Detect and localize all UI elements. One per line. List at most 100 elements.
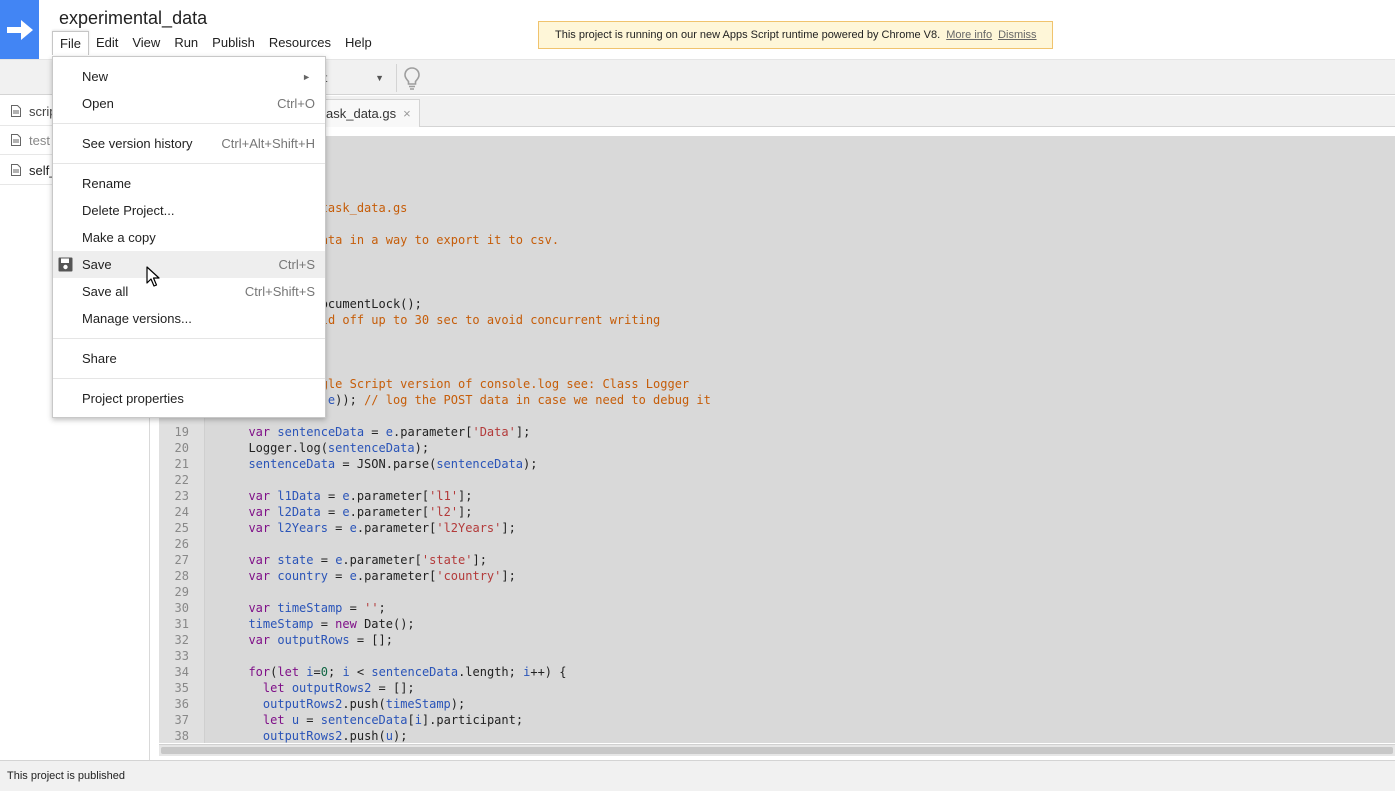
menu-publish[interactable]: Publish — [205, 31, 262, 55]
menu-item-project-properties[interactable]: Project properties — [53, 385, 325, 412]
line-number: 36 — [174, 697, 189, 711]
code-line[interactable]: 22 — [159, 472, 1395, 488]
code-line[interactable]: 25 var l2Years = e.parameter['l2Years']; — [159, 520, 1395, 536]
code-line[interactable]: 19 var sentenceData = e.parameter['Data'… — [159, 424, 1395, 440]
menu-item-save-all[interactable]: Save all Ctrl+Shift+S — [53, 278, 325, 305]
code-line[interactable]: ON.stringify(e)); // log the POST data i… — [159, 392, 1395, 408]
code-line[interactable]: ; // the Google Script version of consol… — [159, 376, 1395, 392]
banner-message: This project is running on our new Apps … — [555, 29, 941, 41]
menu-item-label: Open — [82, 96, 114, 111]
menu-item-version-history[interactable]: See version history Ctrl+Alt+Shift+H — [53, 130, 325, 157]
code-line[interactable]: ced_reading_task_data.gs — [159, 200, 1395, 216]
code-text: timeStamp = new Date(); — [248, 617, 415, 631]
code-line[interactable]: 24 var l2Data = e.parameter['l2']; — [159, 504, 1395, 520]
code-line[interactable]: 21 sentenceData = JSON.parse(sentenceDat… — [159, 456, 1395, 472]
project-title[interactable]: experimental_data — [59, 8, 207, 29]
dismiss-link[interactable]: Dismiss — [998, 29, 1037, 41]
menu-item-label: Share — [82, 351, 117, 366]
code-line[interactable]: 32 var outputRows = []; — [159, 632, 1395, 648]
code-line[interactable] — [159, 328, 1395, 344]
code-text: var outputRows = []; — [248, 633, 393, 647]
line-number: 23 — [174, 489, 189, 503]
code-line[interactable] — [159, 360, 1395, 376]
menu-item-manage-versions[interactable]: Manage versions... — [53, 305, 325, 332]
caret-down-icon: ▼ — [375, 73, 384, 83]
menu-item-share[interactable]: Share — [53, 345, 325, 372]
code-text: Logger.log(sentenceData); — [234, 441, 430, 455]
scrollbar-thumb[interactable] — [161, 747, 1393, 754]
line-number: 34 — [174, 665, 189, 679]
horizontal-scrollbar[interactable] — [159, 744, 1395, 756]
code-line[interactable]: ) { — [159, 280, 1395, 296]
code-editor[interactable]: ading TaskSchneider ced_reading_task_data… — [159, 136, 1395, 743]
code-line[interactable] — [159, 248, 1395, 264]
menu-item-rename[interactable]: Rename — [53, 170, 325, 197]
code-line[interactable]: 30 var timeStamp = ''; — [159, 600, 1395, 616]
code-text: var l1Data = e.parameter['l1']; — [248, 489, 473, 503]
code-line[interactable]: 37 let u = sentenceData[i].participant; — [159, 712, 1395, 728]
menu-separator — [53, 163, 325, 164]
line-number: 26 — [174, 537, 189, 551]
close-icon[interactable]: × — [403, 106, 411, 121]
menu-item-make-copy[interactable]: Make a copy — [53, 224, 325, 251]
code-line[interactable]: reates the data in a way to export it to… — [159, 232, 1395, 248]
menu-separator — [53, 123, 325, 124]
menu-item-save[interactable]: Save Ctrl+S — [53, 251, 325, 278]
menu-item-open[interactable]: Open Ctrl+O — [53, 90, 325, 117]
line-number: 19 — [174, 425, 189, 439]
code-line[interactable]: 38 outputRows2.push(u); — [159, 728, 1395, 743]
shortcut-label: Ctrl+Shift+S — [244, 284, 315, 299]
menu-view[interactable]: View — [125, 31, 167, 55]
line-number: 24 — [174, 505, 189, 519]
code-line[interactable]: 29 — [159, 584, 1395, 600]
code-line[interactable]: 36 outputRows2.push(timeStamp); — [159, 696, 1395, 712]
code-text: var country = e.parameter['country']; — [248, 569, 516, 583]
file-menu-dropdown: New ► Open Ctrl+O See version history Ct… — [52, 56, 326, 418]
shortcut-label: Ctrl+Alt+Shift+H — [221, 136, 315, 151]
line-number: 22 — [174, 473, 189, 487]
code-line[interactable]: 27 var state = e.parameter['state']; — [159, 552, 1395, 568]
line-number: 20 — [174, 441, 189, 455]
code-line[interactable] — [159, 344, 1395, 360]
code-text: outputRows2.push(timeStamp); — [262, 697, 466, 711]
more-info-link[interactable]: More info — [946, 29, 992, 41]
code-line[interactable]: 31 timeStamp = new Date(); — [159, 616, 1395, 632]
tab-active-file[interactable]: ask_data.gs × — [319, 99, 420, 127]
code-line[interactable]: 20 Logger.log(sentenceData); — [159, 440, 1395, 456]
code-line[interactable]: Schneider — [159, 168, 1395, 184]
document-icon — [11, 164, 21, 176]
code-line[interactable]: 33 — [159, 648, 1395, 664]
menu-item-new[interactable]: New ► — [53, 63, 325, 90]
code-line[interactable]: 28 var country = e.parameter['country']; — [159, 568, 1395, 584]
code-text: sentenceData = JSON.parse(sentenceData); — [248, 457, 538, 471]
code-line[interactable]: 0000); // hold off up to 30 sec to avoid… — [159, 312, 1395, 328]
lightbulb-icon[interactable] — [402, 65, 422, 91]
menu-item-label: Rename — [82, 176, 132, 191]
code-line[interactable]: 35 let outputRows2 = []; — [159, 680, 1395, 696]
code-line[interactable] — [159, 264, 1395, 280]
line-number: 33 — [174, 649, 189, 663]
code-line[interactable] — [159, 216, 1395, 232]
menu-edit[interactable]: Edit — [89, 31, 125, 55]
menu-item-label: Delete Project... — [82, 203, 175, 218]
code-line[interactable]: 23 var l1Data = e.parameter['l1']; — [159, 488, 1395, 504]
code-line[interactable] — [159, 184, 1395, 200]
toolbar-separator — [396, 64, 397, 92]
menu-file[interactable]: File — [52, 31, 89, 55]
menu-bar: File Edit View Run Publish Resources Hel… — [52, 31, 379, 55]
menu-item-delete-project[interactable]: Delete Project... — [53, 197, 325, 224]
menu-resources[interactable]: Resources — [262, 31, 338, 55]
code-text: for(let i=0; i < sentenceData.length; i+… — [248, 665, 567, 679]
menu-run[interactable]: Run — [167, 31, 205, 55]
code-text: var timeStamp = ''; — [248, 601, 386, 615]
apps-script-logo[interactable] — [0, 0, 39, 59]
code-text: let outputRows2 = []; — [262, 681, 415, 695]
code-line[interactable]: Service.getDocumentLock(); — [159, 296, 1395, 312]
shortcut-label: Ctrl+S — [278, 257, 315, 272]
menu-help[interactable]: Help — [338, 31, 379, 55]
code-line[interactable]: ading Task — [159, 152, 1395, 168]
document-icon — [11, 134, 21, 146]
code-line[interactable] — [159, 408, 1395, 424]
code-line[interactable]: 26 — [159, 536, 1395, 552]
code-line[interactable]: 34 for(let i=0; i < sentenceData.length;… — [159, 664, 1395, 680]
